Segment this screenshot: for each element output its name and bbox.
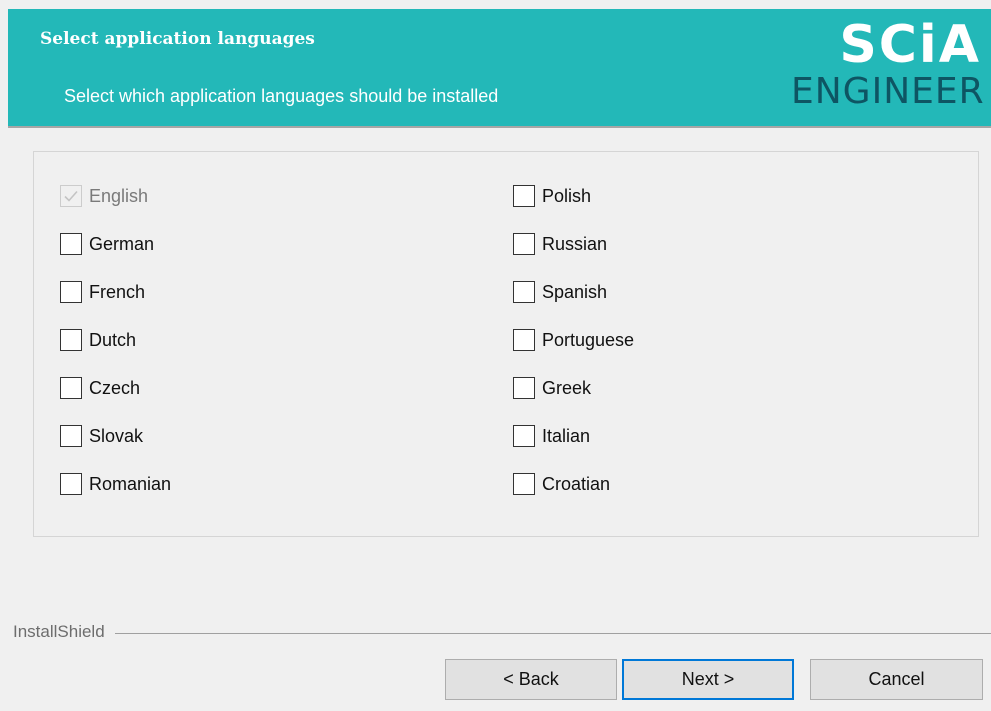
checkbox-box[interactable]: [513, 329, 535, 351]
checkbox-box[interactable]: [60, 377, 82, 399]
checkbox-greek[interactable]: Greek: [513, 375, 591, 401]
checkbox-label: Czech: [89, 377, 141, 398]
checkbox-italian[interactable]: Italian: [513, 423, 590, 449]
logo-text-bottom: ENGINEER: [791, 71, 985, 112]
scia-engineer-logo: SCiA ENGINEER: [791, 15, 985, 119]
checkbox-spanish[interactable]: Spanish: [513, 279, 607, 305]
checkbox-label: Greek: [542, 377, 592, 398]
checkbox-label: Croatian: [542, 473, 611, 494]
next-button[interactable]: Next >: [622, 659, 794, 700]
checkbox-label: French: [89, 281, 146, 302]
checkbox-box[interactable]: [513, 425, 535, 447]
checkbox-label: English: [89, 185, 149, 206]
checkbox-box[interactable]: [513, 377, 535, 399]
checkbox-box[interactable]: [60, 473, 82, 495]
page-title: Select application languages: [40, 29, 315, 49]
page-subtitle: Select which application languages shoul…: [64, 86, 499, 106]
languages-group: [33, 151, 979, 537]
checkbox-label: Romanian: [89, 473, 172, 494]
checkbox-box[interactable]: [513, 185, 535, 207]
checkbox-box[interactable]: [60, 185, 82, 207]
checkbox-box[interactable]: [60, 329, 82, 351]
checkbox-label: Dutch: [89, 329, 137, 350]
checkbox-label: German: [89, 233, 155, 254]
checkbox-russian[interactable]: Russian: [513, 231, 607, 257]
checkbox-german[interactable]: German: [60, 231, 154, 257]
checkmark-icon: [64, 190, 78, 202]
checkbox-box[interactable]: [513, 473, 535, 495]
checkbox-polish[interactable]: Polish: [513, 183, 591, 209]
checkbox-box[interactable]: [513, 281, 535, 303]
checkbox-romanian[interactable]: Romanian: [60, 471, 171, 497]
header-banner: Select application languages Select whic…: [8, 9, 991, 126]
header-divider: [8, 126, 991, 128]
checkbox-label: Portuguese: [542, 329, 635, 350]
checkbox-label: Slovak: [89, 425, 144, 446]
checkbox-slovak[interactable]: Slovak: [60, 423, 143, 449]
back-button[interactable]: < Back: [445, 659, 617, 700]
installshield-label: InstallShield: [13, 622, 115, 642]
cancel-button[interactable]: Cancel: [810, 659, 983, 700]
checkbox-label: Russian: [542, 233, 608, 254]
checkbox-portuguese[interactable]: Portuguese: [513, 327, 634, 353]
checkbox-croatian[interactable]: Croatian: [513, 471, 610, 497]
checkbox-box[interactable]: [60, 281, 82, 303]
checkbox-box[interactable]: [60, 233, 82, 255]
checkbox-box[interactable]: [513, 233, 535, 255]
checkbox-english[interactable]: English: [60, 183, 148, 209]
checkbox-label: Polish: [542, 185, 592, 206]
checkbox-label: Italian: [542, 425, 591, 446]
checkbox-box[interactable]: [60, 425, 82, 447]
checkbox-czech[interactable]: Czech: [60, 375, 140, 401]
logo-text-top: SCiA: [839, 15, 981, 75]
checkbox-french[interactable]: French: [60, 279, 145, 305]
checkbox-dutch[interactable]: Dutch: [60, 327, 136, 353]
footer-divider: [13, 633, 991, 634]
checkbox-label: Spanish: [542, 281, 608, 302]
